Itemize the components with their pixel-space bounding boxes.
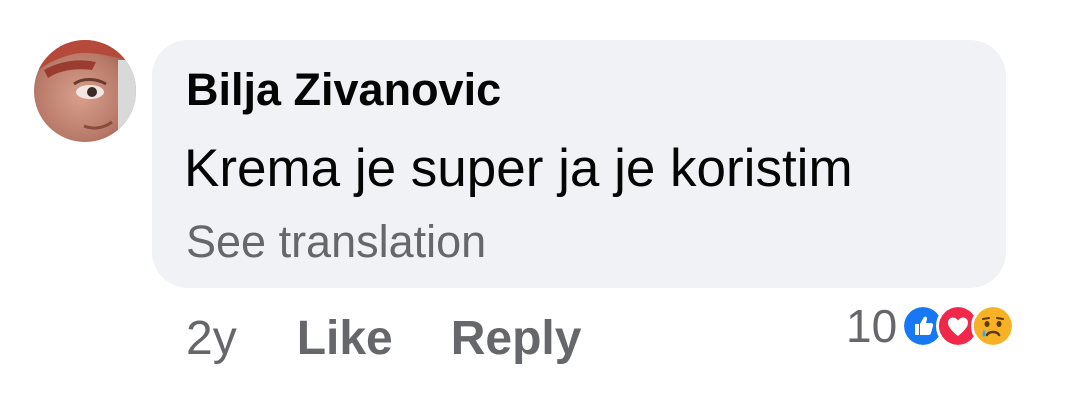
- comment-author[interactable]: Bilja Zivanovic: [186, 64, 501, 116]
- reaction-count: 10: [846, 300, 898, 352]
- comment: Bilja Zivanovic Krema je super ja je kor…: [0, 0, 1080, 400]
- like-button[interactable]: Like: [297, 311, 393, 366]
- comment-actions: 2y Like Reply: [186, 310, 581, 366]
- reply-button[interactable]: Reply: [451, 311, 582, 366]
- reaction-icons: [901, 304, 1016, 348]
- avatar-photo: [34, 40, 136, 142]
- comment-bubble: Bilja Zivanovic Krema je super ja je kor…: [152, 40, 1006, 288]
- avatar[interactable]: [34, 40, 136, 142]
- reactions-summary[interactable]: 10: [846, 296, 1016, 356]
- comment-text: Krema je super ja je koristim: [184, 139, 853, 198]
- sad-reaction-icon: [971, 304, 1016, 348]
- comment-timestamp[interactable]: 2y: [186, 311, 237, 366]
- see-translation-link[interactable]: See translation: [186, 216, 486, 268]
